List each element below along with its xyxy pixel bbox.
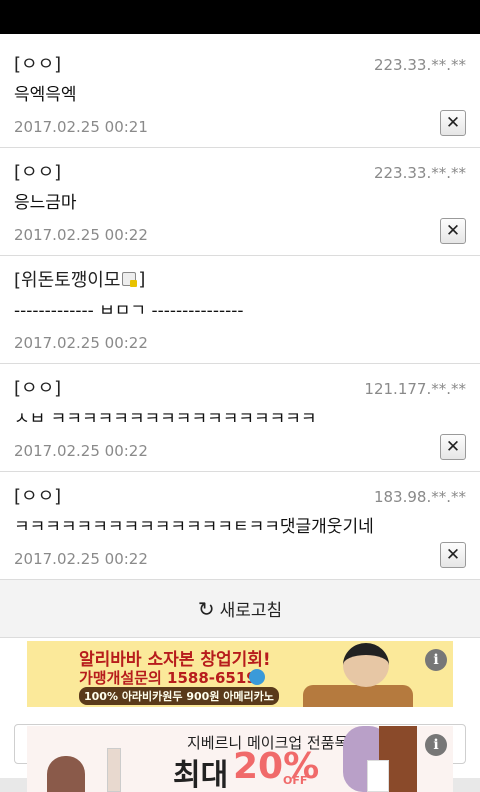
ad-person-image [343,643,389,687]
refresh-button[interactable]: ↻ 새로고침 [0,580,480,638]
close-icon: ✕ [445,545,461,565]
comment-body: 응느금마 [14,193,77,213]
comment-ip: 121.177.**.** [364,380,466,398]
close-icon: ✕ [445,437,461,457]
comment-item: [위돈토깽이모 ] ------------- ㅂㅁㄱ ------------… [0,256,480,364]
comment-item: [ㅇㅇ] 121.177.**.** ㅅㅂ ㅋㅋㅋㅋㅋㅋㅋㅋㅋㅋㅋㅋㅋㅋㅋㅋㅋ … [0,364,480,472]
comment-nickname: [ㅇㅇ] [14,378,62,399]
status-bar [0,0,480,34]
comment-ip: 183.98.**.** [373,488,466,506]
close-icon: ✕ [445,113,461,133]
ad-product-image [107,748,121,792]
comment-date: 2017.02.25 00:22 [14,334,148,352]
comment-date: 2017.02.25 00:22 [14,442,148,460]
ad-banner-giverny[interactable]: 지베르니 메이크업 전품목 최대 20% OFF i [27,726,453,792]
comment-nickname: [ㅇㅇ] [14,54,62,75]
ad-info-icon[interactable]: i [425,649,447,671]
comment-date: 2017.02.25 00:22 [14,226,148,244]
comment-list: [ㅇㅇ] 223.33.**.** 윽엑윽엑 2017.02.25 00:21 … [0,40,480,580]
comment-nickname: [ㅇㅇ] [14,162,62,183]
comment-item: [ㅇㅇ] 223.33.**.** 윽엑윽엑 2017.02.25 00:21 … [0,40,480,148]
comment-body: 윽엑윽엑 [14,85,77,105]
coffee-logo-icon [249,669,265,685]
refresh-icon: ↻ [197,596,215,621]
delete-comment-button[interactable]: ✕ [440,218,466,244]
comment-body: ------------- ㅂㅁㄱ --------------- [14,301,244,321]
comment-date: 2017.02.25 00:21 [14,118,148,136]
comment-nickname-bracket: ] [138,268,146,290]
comment-body: ㅅㅂ ㅋㅋㅋㅋㅋㅋㅋㅋㅋㅋㅋㅋㅋㅋㅋㅋㅋ [14,409,317,429]
ad-big-text: 최대 [173,758,229,792]
comment-ip: 223.33.**.** [373,56,466,74]
fixed-nick-lock-icon [122,272,138,287]
ad-product-image [47,756,85,792]
ad-banner-alibaba[interactable]: 알리바바 소자본 창업기회! 가맹개설문의 1588-6519 100% 아라비… [27,641,453,707]
ad-product-image [367,760,389,792]
close-icon: ✕ [445,221,461,241]
ad-phone-line: 가맹개설문의 1588-6519 [79,669,257,687]
comment-item: [ㅇㅇ] 223.33.**.** 응느금마 2017.02.25 00:22 … [0,148,480,256]
comment-date: 2017.02.25 00:22 [14,550,148,568]
comment-nickname: [ㅇㅇ] [14,486,62,507]
refresh-label: 새로고침 [219,601,283,621]
comment-body: ㅋㅋㅋㅋㅋㅋㅋㅋㅋㅋㅋㅋㅋㅋㅌㅋㅋ댓글개웃기네 [14,517,374,537]
comment-nickname: [위돈토깽이모 ] [14,266,145,292]
comment-ip: 223.33.**.** [373,164,466,182]
ad-subline: 100% 아라비카원두 900원 아메리카노 [79,687,279,705]
delete-comment-button[interactable]: ✕ [440,434,466,460]
ad-info-icon[interactable]: i [425,734,447,756]
comment-nickname-text: [위돈토깽이모 [14,270,121,291]
comment-item: [ㅇㅇ] 183.98.**.** ㅋㅋㅋㅋㅋㅋㅋㅋㅋㅋㅋㅋㅋㅋㅌㅋㅋ댓글개웃기… [0,472,480,580]
delete-comment-button[interactable]: ✕ [440,110,466,136]
ad-off-label: OFF [283,774,308,787]
delete-comment-button[interactable]: ✕ [440,542,466,568]
ad-food-image [303,685,413,707]
